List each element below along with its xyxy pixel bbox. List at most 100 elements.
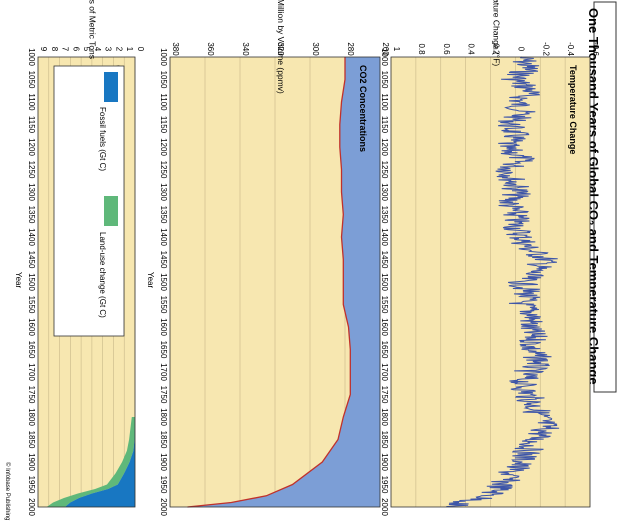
- year-tick-label: 1000: [159, 48, 168, 66]
- year-tick-label: 1450: [380, 251, 389, 269]
- value-tick-label: 8: [50, 47, 59, 52]
- legend-label-fossil: Fossil fuels (Gt C): [98, 107, 107, 171]
- value-tick-label: -0.6: [591, 42, 600, 56]
- value-tick-label: 0.4: [467, 43, 476, 55]
- year-tick-label: 1100: [27, 93, 36, 111]
- year-axis-label: Year: [14, 272, 23, 289]
- year-tick-label: 1250: [380, 161, 389, 179]
- year-tick-label: 1600: [27, 318, 36, 336]
- year-tick-label: 1850: [159, 431, 168, 449]
- year-tick-label: 1200: [380, 138, 389, 156]
- panel-title: CO2 Concentrations: [358, 65, 368, 152]
- year-tick-label: 1050: [159, 71, 168, 89]
- year-tick-label: 1350: [159, 206, 168, 224]
- year-tick-label: 1600: [380, 318, 389, 336]
- value-tick-label: 6: [71, 47, 80, 52]
- year-tick-label: 1750: [27, 386, 36, 404]
- value-tick-label: 0.8: [417, 43, 426, 55]
- year-tick-label: 1300: [380, 183, 389, 201]
- year-tick-label: 1950: [380, 476, 389, 494]
- year-tick-label: 1650: [380, 341, 389, 359]
- value-tick-label: 260: [381, 42, 390, 56]
- panel-title: Temperature Change: [568, 65, 578, 154]
- year-tick-label: 1550: [159, 296, 168, 314]
- value-tick-label: 0: [516, 47, 525, 52]
- value-axis-label: Temperature Change (°F): [492, 0, 502, 66]
- year-tick-label: 1200: [27, 138, 36, 156]
- value-tick-label: 2: [114, 47, 123, 52]
- year-tick-label: 1650: [159, 341, 168, 359]
- year-tick-label: 1950: [27, 476, 36, 494]
- year-tick-label: 1400: [159, 228, 168, 246]
- year-tick-label: 1550: [380, 296, 389, 314]
- year-tick-label: 1500: [159, 273, 168, 291]
- year-tick-label: 1200: [159, 138, 168, 156]
- year-tick-label: 1900: [27, 453, 36, 471]
- year-tick-label: 1400: [27, 228, 36, 246]
- year-tick-label: 1050: [380, 71, 389, 89]
- year-tick-label: 1700: [159, 363, 168, 381]
- figure: One Thousand Years of Global CO2 and Tem…: [4, 0, 617, 520]
- year-tick-label: 1250: [159, 161, 168, 179]
- year-tick-label: 1150: [27, 116, 36, 134]
- year-tick-label: 1750: [159, 386, 168, 404]
- year-tick-label: 1750: [380, 386, 389, 404]
- year-tick-label: 1050: [27, 71, 36, 89]
- value-tick-label: -0.4: [566, 42, 575, 56]
- value-tick-label: 360: [206, 42, 215, 56]
- value-tick-label: 1: [392, 47, 401, 52]
- legend-label-landuse: Land-use change (Gt C): [98, 232, 107, 318]
- year-tick-label: 1650: [27, 341, 36, 359]
- year-tick-label: 1700: [380, 363, 389, 381]
- year-tick-label: 1000: [27, 48, 36, 66]
- year-tick-label: 1850: [27, 431, 36, 449]
- legend: Fossil fuels (Gt C) Land-use change (Gt C…: [53, 65, 125, 337]
- value-axis-label: Billions of Metric Tons: [88, 0, 98, 59]
- chart-panel-2: 2602803003203403603801000105011001150120…: [146, 0, 390, 516]
- year-tick-label: 1350: [380, 206, 389, 224]
- year-tick-label: 1600: [159, 318, 168, 336]
- year-tick-label: 1450: [159, 251, 168, 269]
- panels-group: -0.6-0.4-0.200.20.40.60.8110001050110011…: [14, 0, 600, 516]
- year-tick-label: 1700: [27, 363, 36, 381]
- value-tick-label: 280: [346, 42, 355, 56]
- value-tick-label: 340: [241, 42, 250, 56]
- year-tick-label: 1500: [380, 273, 389, 291]
- value-tick-label: 0: [136, 47, 145, 52]
- value-tick-label: -0.2: [541, 42, 550, 56]
- value-tick-label: 380: [171, 42, 180, 56]
- value-tick-label: 1: [125, 47, 134, 52]
- year-axis-label: Year: [146, 272, 155, 289]
- credit-text: © Infobase Publishing: [4, 462, 11, 520]
- chart-panel-3: 0123456789100010501100115012001250130013…: [14, 0, 145, 516]
- year-tick-label: 1850: [380, 431, 389, 449]
- year-tick-label: 1900: [159, 453, 168, 471]
- year-tick-label: 1150: [159, 116, 168, 134]
- year-tick-label: 2000: [27, 498, 36, 516]
- year-tick-label: 1950: [159, 476, 168, 494]
- year-tick-label: 1800: [380, 408, 389, 426]
- year-tick-label: 1150: [380, 116, 389, 134]
- value-tick-label: 7: [61, 47, 70, 52]
- year-tick-label: 1800: [159, 408, 168, 426]
- year-tick-label: 1800: [27, 408, 36, 426]
- value-tick-label: 9: [39, 47, 48, 52]
- year-tick-label: 1350: [27, 206, 36, 224]
- value-tick-label: 300: [311, 42, 320, 56]
- year-tick-label: 1550: [27, 296, 36, 314]
- year-tick-label: 1100: [159, 93, 168, 111]
- legend-swatch-landuse: [104, 196, 118, 226]
- year-tick-label: 2000: [159, 498, 168, 516]
- legend-swatch-fossil: [104, 72, 118, 102]
- year-tick-label: 1900: [380, 453, 389, 471]
- year-tick-label: 1250: [27, 161, 36, 179]
- year-tick-label: 1300: [27, 183, 36, 201]
- value-axis-label: CO2 Parts per Million by Volume (ppmv): [276, 0, 286, 94]
- year-tick-label: 1400: [380, 228, 389, 246]
- year-tick-label: 1100: [380, 93, 389, 111]
- year-tick-label: 1450: [27, 251, 36, 269]
- year-tick-label: 1300: [159, 183, 168, 201]
- value-tick-label: 0.6: [442, 43, 451, 55]
- year-tick-label: 2000: [380, 498, 389, 516]
- chart-panel-1: -0.6-0.4-0.200.20.40.60.8110001050110011…: [380, 0, 600, 516]
